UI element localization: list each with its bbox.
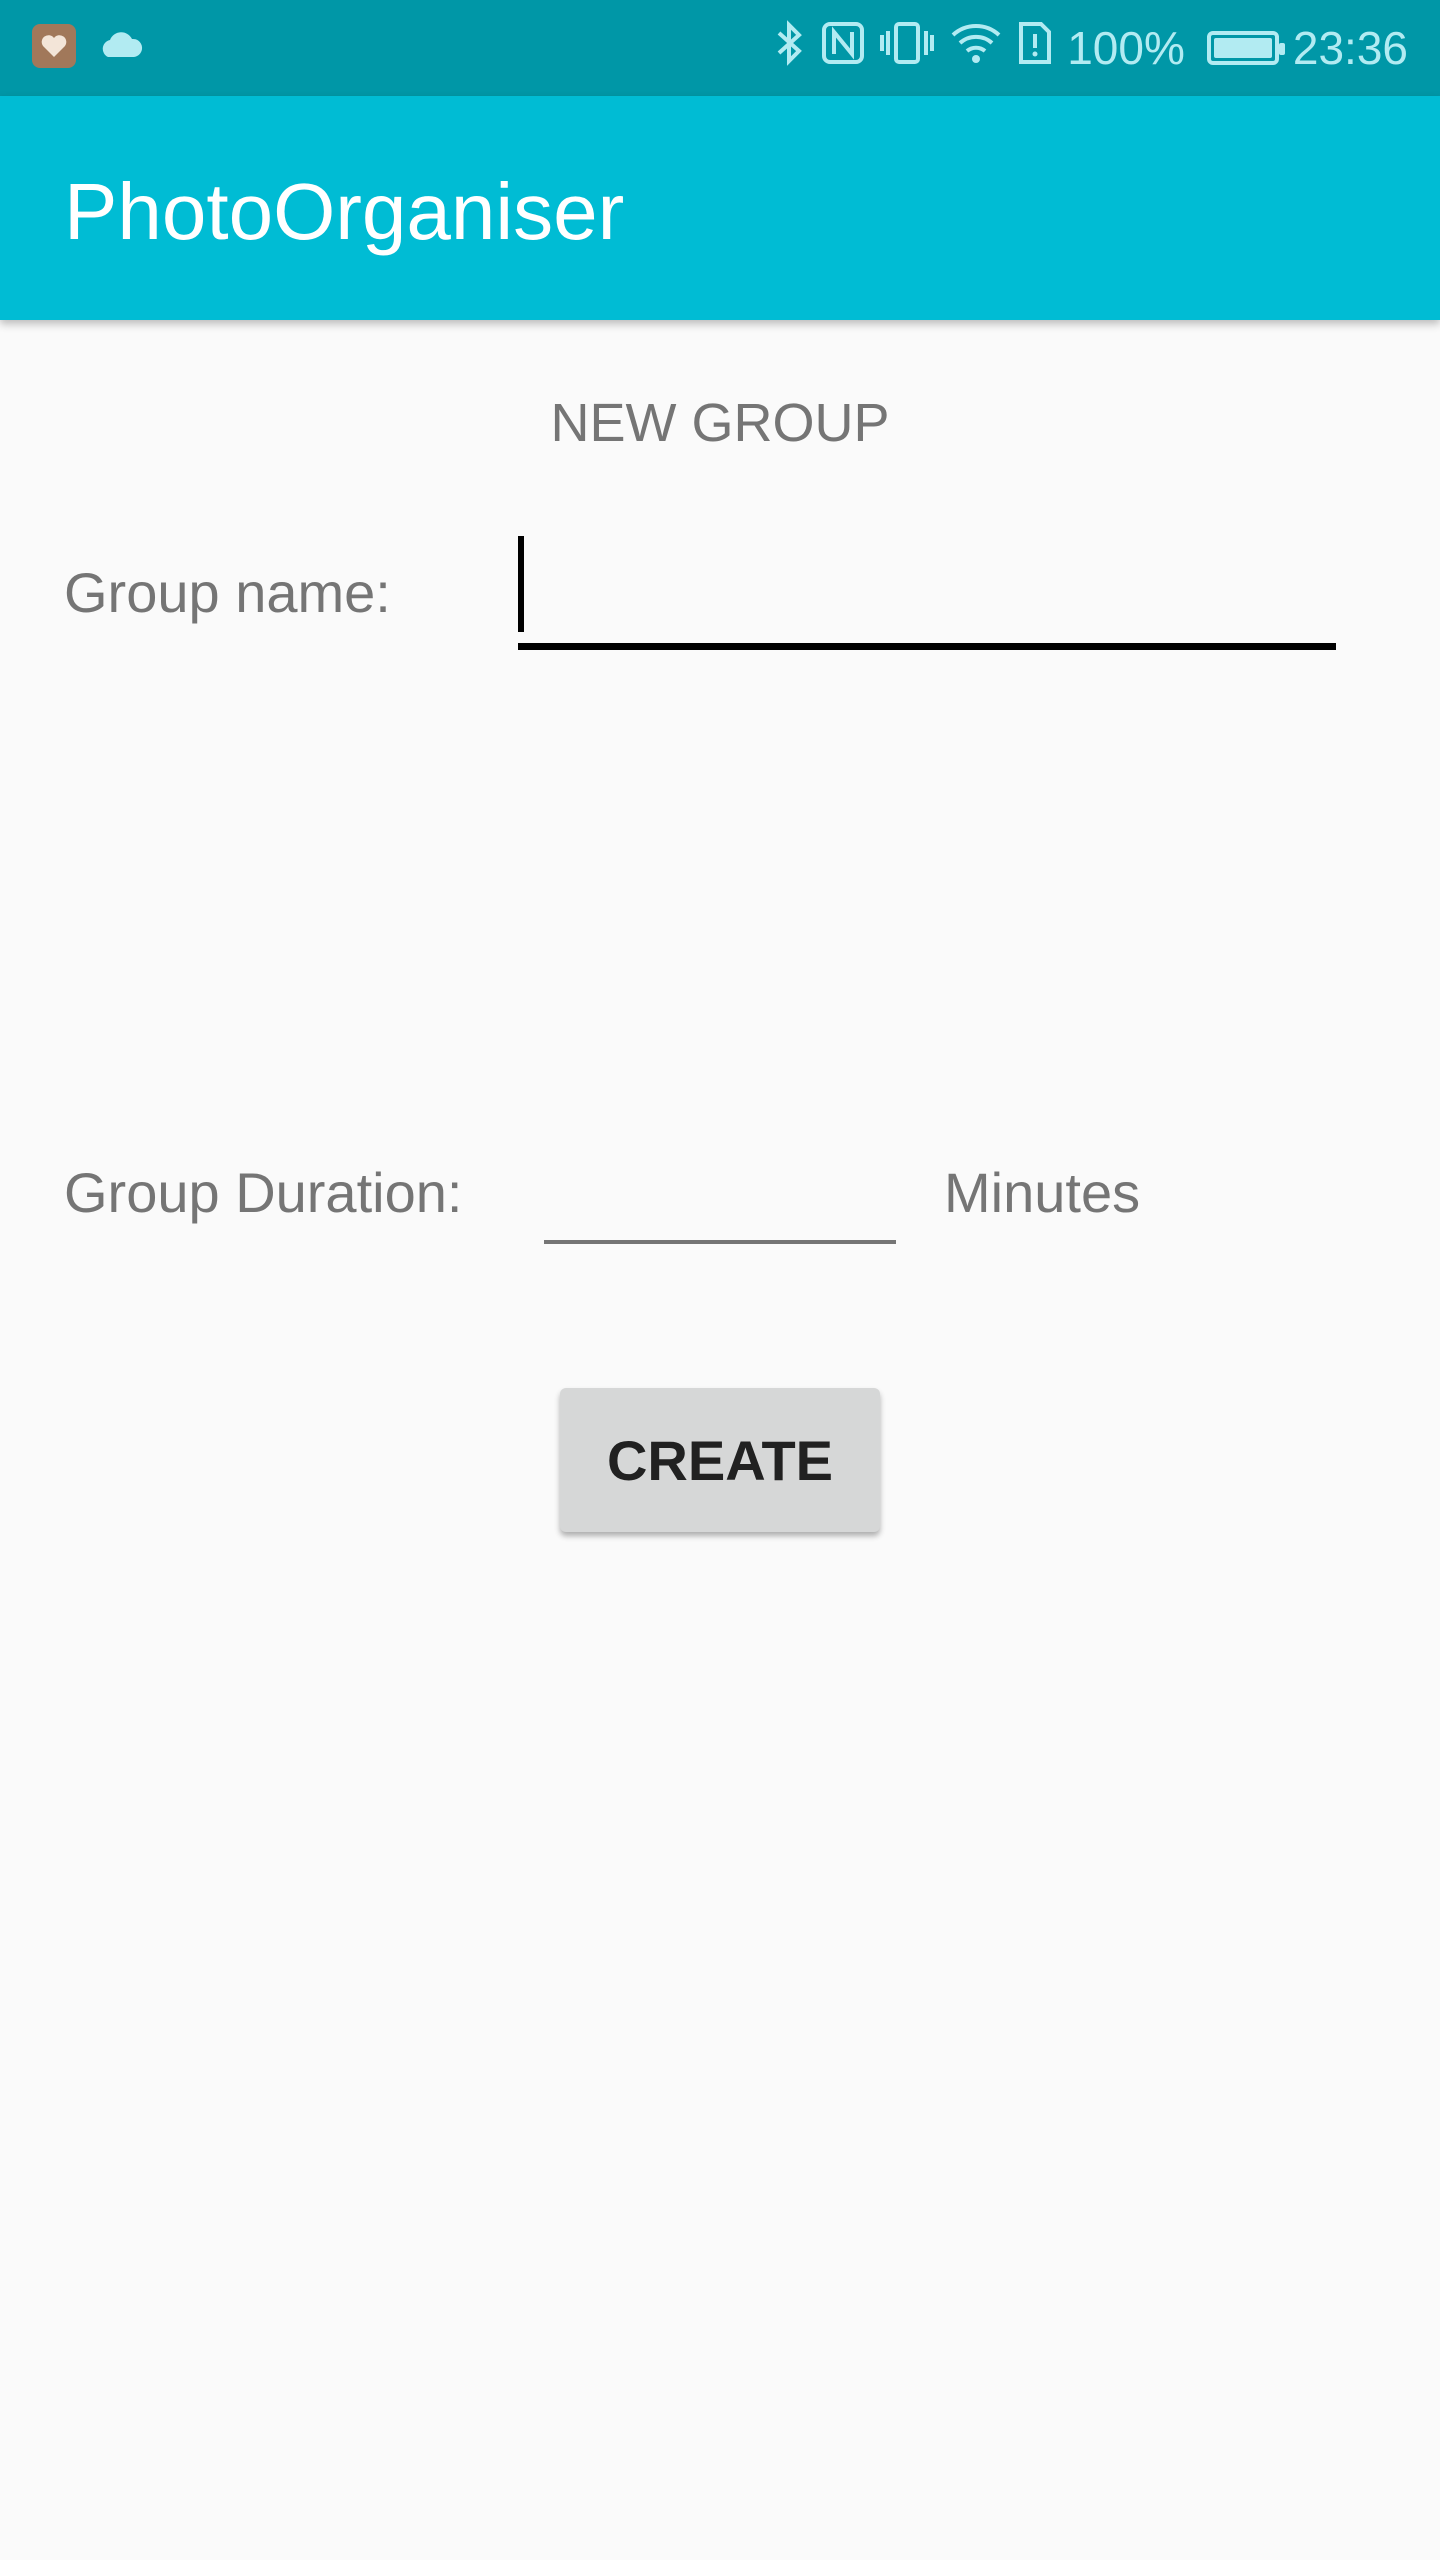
app-title: PhotoOrganiser (64, 167, 625, 256)
battery-fill (1213, 38, 1272, 58)
status-bar: 100% 23:36 (0, 0, 1440, 96)
health-app-icon (32, 24, 76, 68)
cloud-icon (98, 29, 144, 64)
sim-alert-icon (1017, 20, 1053, 77)
minutes-label: Minutes (944, 1161, 1141, 1224)
group-name-label: Group name: (64, 561, 391, 624)
nfc-icon (821, 21, 865, 76)
group-duration-input[interactable] (544, 1150, 896, 1244)
clock: 23:36 (1292, 22, 1408, 74)
text-cursor (518, 536, 524, 632)
group-name-input[interactable] (518, 530, 1336, 650)
wifi-icon (949, 21, 1003, 76)
battery-icon (1206, 31, 1285, 65)
app-bar: PhotoOrganiser (0, 96, 1440, 320)
create-button[interactable]: CREATE (560, 1388, 880, 1532)
battery-percent: 100% (1067, 22, 1185, 74)
bluetooth-icon (773, 19, 807, 78)
vibrate-icon (879, 21, 935, 76)
status-right-icons: 100% 23:36 (773, 0, 1408, 96)
status-left-icons (32, 24, 144, 68)
section-title: NEW GROUP (550, 393, 890, 453)
group-duration-label: Group Duration: (64, 1161, 463, 1224)
